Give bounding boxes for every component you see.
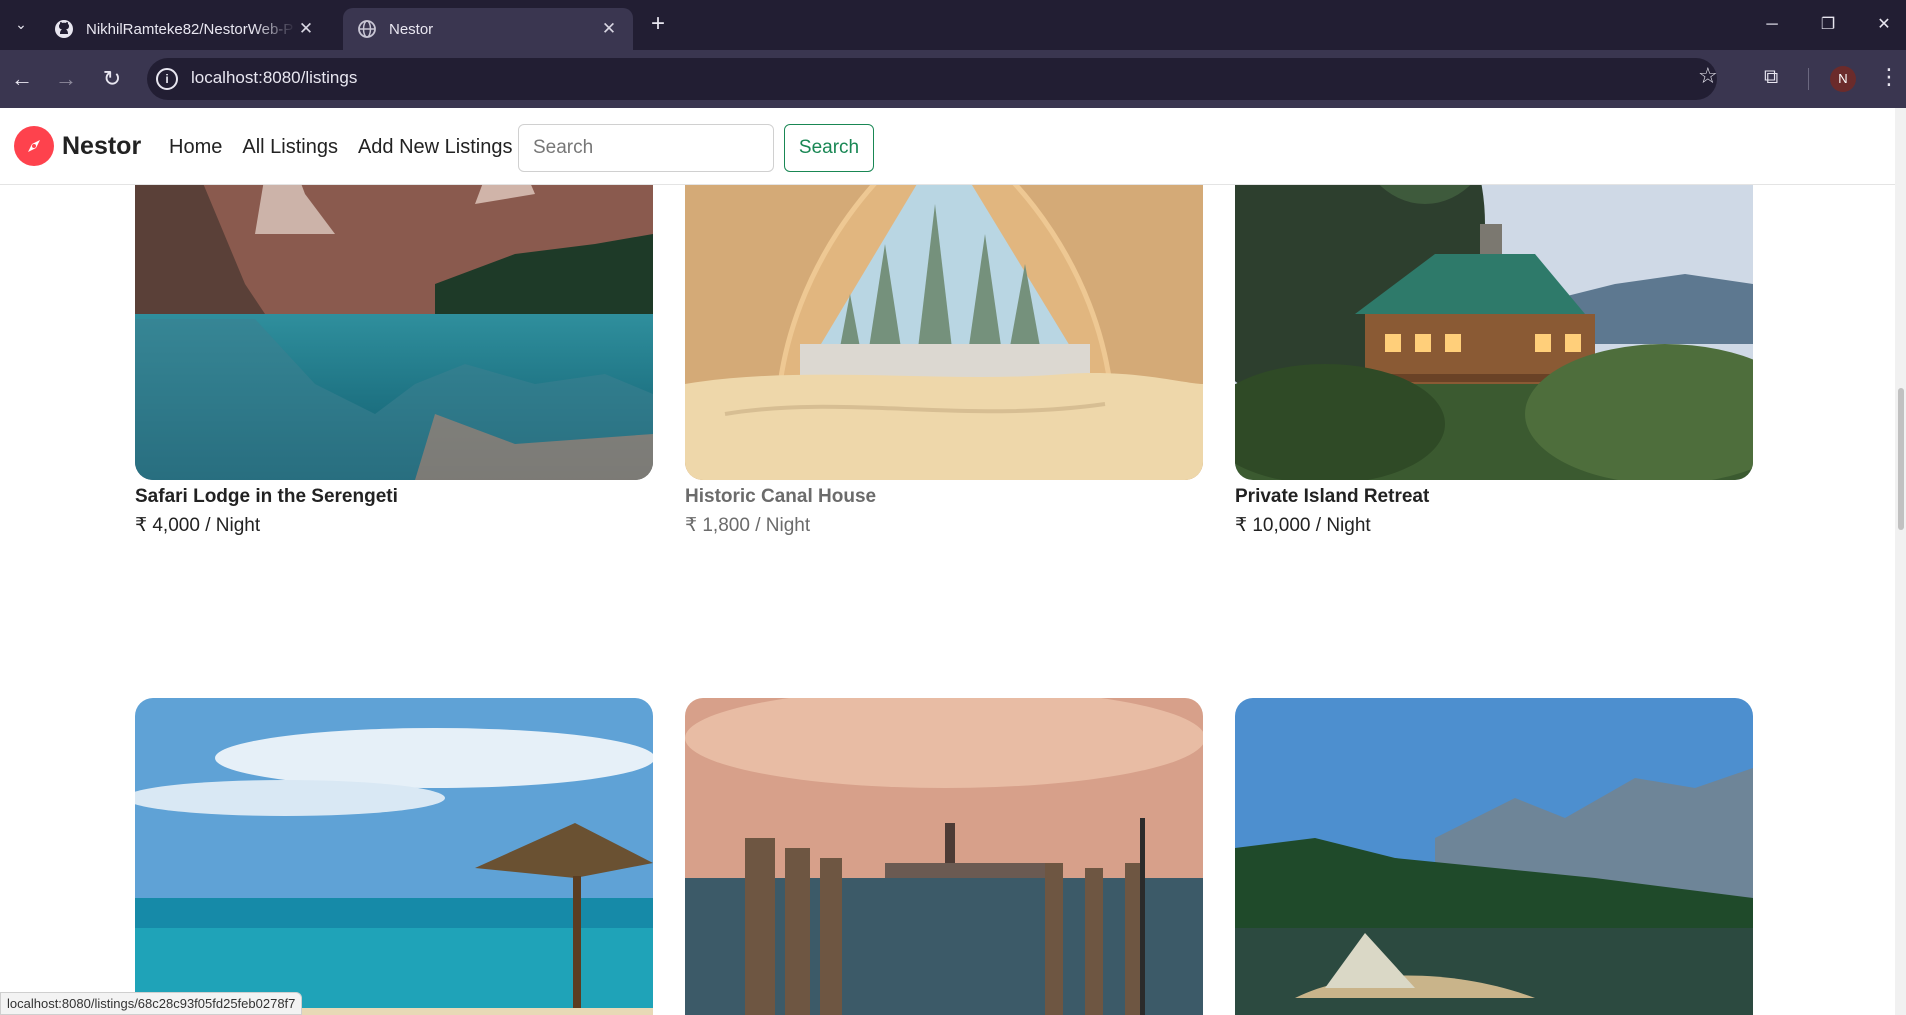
status-bar-url: localhost:8080/listings/68c28c93f05fd25f… (0, 992, 303, 1015)
page-scrollbar[interactable] (1895, 108, 1906, 1015)
close-tab-icon[interactable]: ✕ (296, 19, 316, 39)
browser-tab-nestor[interactable]: Nestor ✕ (343, 8, 633, 50)
listing-price: ₹ 10,000 / Night (1235, 515, 1371, 536)
scrollbar-thumb[interactable] (1898, 388, 1904, 530)
tab-title: NikhilRamteke82/NestorWeb-P (86, 20, 294, 38)
listing-title[interactable]: Private Island Retreat (1235, 486, 1753, 508)
minimize-icon[interactable]: ─ (1752, 10, 1792, 40)
listing-card[interactable] (1235, 698, 1753, 1015)
browser-tab-github[interactable]: NikhilRamteke82/NestorWeb-P ✕ (40, 8, 330, 50)
tab-search-button[interactable]: ⌄ (8, 10, 34, 38)
listing-image[interactable] (685, 698, 1203, 1015)
address-url[interactable]: localhost:8080/listings (191, 68, 357, 88)
listing-image[interactable] (135, 698, 653, 1015)
listing-title[interactable]: Safari Lodge in the Serengeti (135, 486, 653, 508)
new-tab-button[interactable]: + (646, 12, 670, 38)
listing-image[interactable] (1235, 698, 1753, 1015)
site-info-icon[interactable]: i (156, 68, 178, 90)
browser-menu-icon[interactable]: ⋮ (1878, 64, 1900, 90)
address-bar[interactable] (147, 58, 1717, 100)
search-input[interactable] (518, 124, 774, 172)
listing-title[interactable]: Historic Canal House (685, 486, 1203, 508)
site-navbar: Nestor Home All Listings Add New Listing… (0, 108, 1895, 185)
listing-card[interactable] (685, 698, 1203, 1015)
search-button[interactable]: Search (784, 124, 874, 172)
brand-name: Nestor (62, 131, 142, 160)
close-window-icon[interactable]: ✕ (1864, 10, 1904, 40)
listing-price: ₹ 1,800 / Night (685, 515, 811, 536)
bookmark-star-icon[interactable]: ☆ (1698, 63, 1718, 89)
page-viewport: Safari Lodge in the Serengeti ₹ 4,000 / … (0, 108, 1895, 1015)
reload-icon[interactable]: ↻ (98, 64, 126, 94)
listing-card[interactable] (135, 698, 653, 1015)
extensions-icon[interactable]: ⧉ (1764, 66, 1778, 89)
globe-icon (357, 19, 377, 39)
browser-tab-bar: ⌄ NikhilRamteke82/NestorWeb-P ✕ Nestor ✕… (0, 0, 1906, 50)
nav-links: Home All Listings Add New Listings (169, 136, 533, 159)
github-icon (54, 19, 74, 39)
nav-link-all-listings[interactable]: All Listings (242, 136, 338, 159)
nav-link-add-new-listing[interactable]: Add New Listings (358, 136, 513, 159)
close-tab-icon[interactable]: ✕ (599, 19, 619, 39)
back-icon[interactable]: ← (8, 64, 36, 94)
compass-icon (14, 126, 54, 166)
brand-link[interactable]: Nestor (14, 126, 141, 166)
tab-title: Nestor (389, 20, 434, 38)
restore-icon[interactable]: ❐ (1808, 10, 1848, 40)
profile-avatar[interactable]: N (1830, 66, 1856, 92)
toolbar-divider (1808, 68, 1809, 90)
nav-link-home[interactable]: Home (169, 136, 222, 159)
forward-icon[interactable]: → (52, 64, 80, 94)
listing-price: ₹ 4,000 / Night (135, 515, 261, 536)
